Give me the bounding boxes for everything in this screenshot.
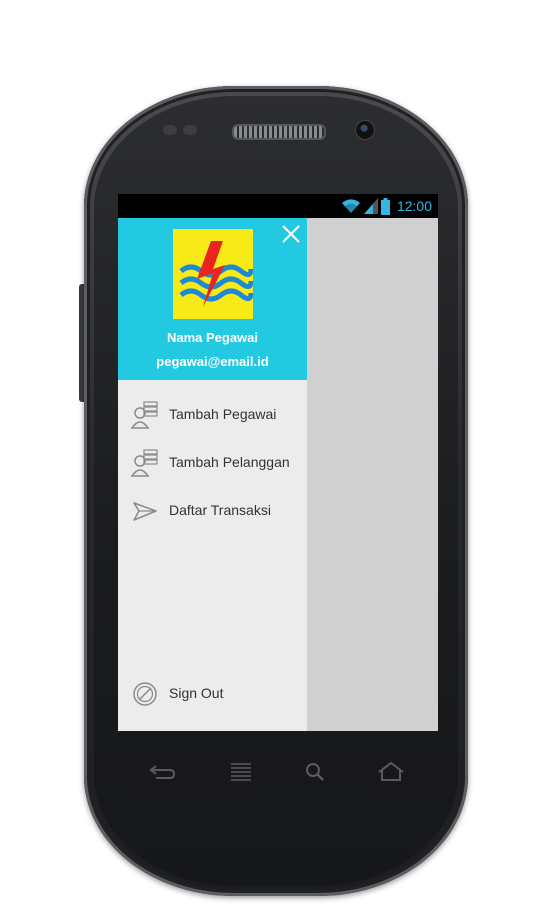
close-button[interactable] bbox=[280, 223, 302, 245]
status-icons: 12:00 bbox=[341, 197, 432, 215]
block-icon bbox=[133, 682, 157, 706]
sign-out-label: Sign Out bbox=[169, 685, 224, 701]
menu-label: Tambah Pelanggan bbox=[169, 454, 290, 470]
menu-item-daftar-transaksi[interactable]: Daftar Transaksi bbox=[118, 490, 307, 534]
close-icon bbox=[282, 225, 300, 243]
sign-out-item[interactable]: Sign Out bbox=[118, 673, 307, 717]
search-button-icon[interactable] bbox=[300, 760, 330, 784]
signal-icon bbox=[363, 198, 378, 214]
earpiece-speaker bbox=[232, 124, 326, 140]
user-name: Nama Pegawai bbox=[166, 330, 259, 345]
light-sensor bbox=[183, 125, 197, 135]
menu-label: Daftar Transaksi bbox=[169, 502, 271, 518]
status-time: 12:00 bbox=[396, 198, 432, 214]
home-button-icon[interactable] bbox=[376, 760, 406, 784]
status-bar: 12:00 bbox=[118, 194, 438, 218]
screen: 12:00 Nama Pegawai pegawai@email.id Tamb… bbox=[118, 194, 438, 731]
back-button-icon[interactable] bbox=[148, 760, 178, 784]
drawer-header: Nama Pegawai pegawai@email.id bbox=[118, 218, 307, 380]
menu-item-tambah-pegawai[interactable]: Tambah Pegawai bbox=[118, 394, 307, 438]
menu-label: Tambah Pegawai bbox=[169, 406, 277, 422]
lightning-logo-icon bbox=[179, 241, 254, 307]
front-camera bbox=[355, 120, 375, 140]
proximity-sensor bbox=[163, 125, 177, 135]
user-email: pegawai@email.id bbox=[156, 354, 269, 369]
send-icon bbox=[133, 502, 157, 521]
add-user-icon bbox=[130, 449, 158, 477]
menu-item-tambah-pelanggan[interactable]: Tambah Pelanggan bbox=[118, 442, 307, 486]
wifi-icon bbox=[341, 199, 360, 213]
battery-icon bbox=[380, 197, 390, 215]
add-user-icon bbox=[130, 401, 158, 429]
menu-button-icon[interactable] bbox=[226, 760, 256, 784]
content-scrim[interactable] bbox=[307, 218, 438, 731]
navigation-drawer: Nama Pegawai pegawai@email.id Tambah Peg… bbox=[118, 218, 307, 731]
company-logo bbox=[173, 229, 254, 319]
